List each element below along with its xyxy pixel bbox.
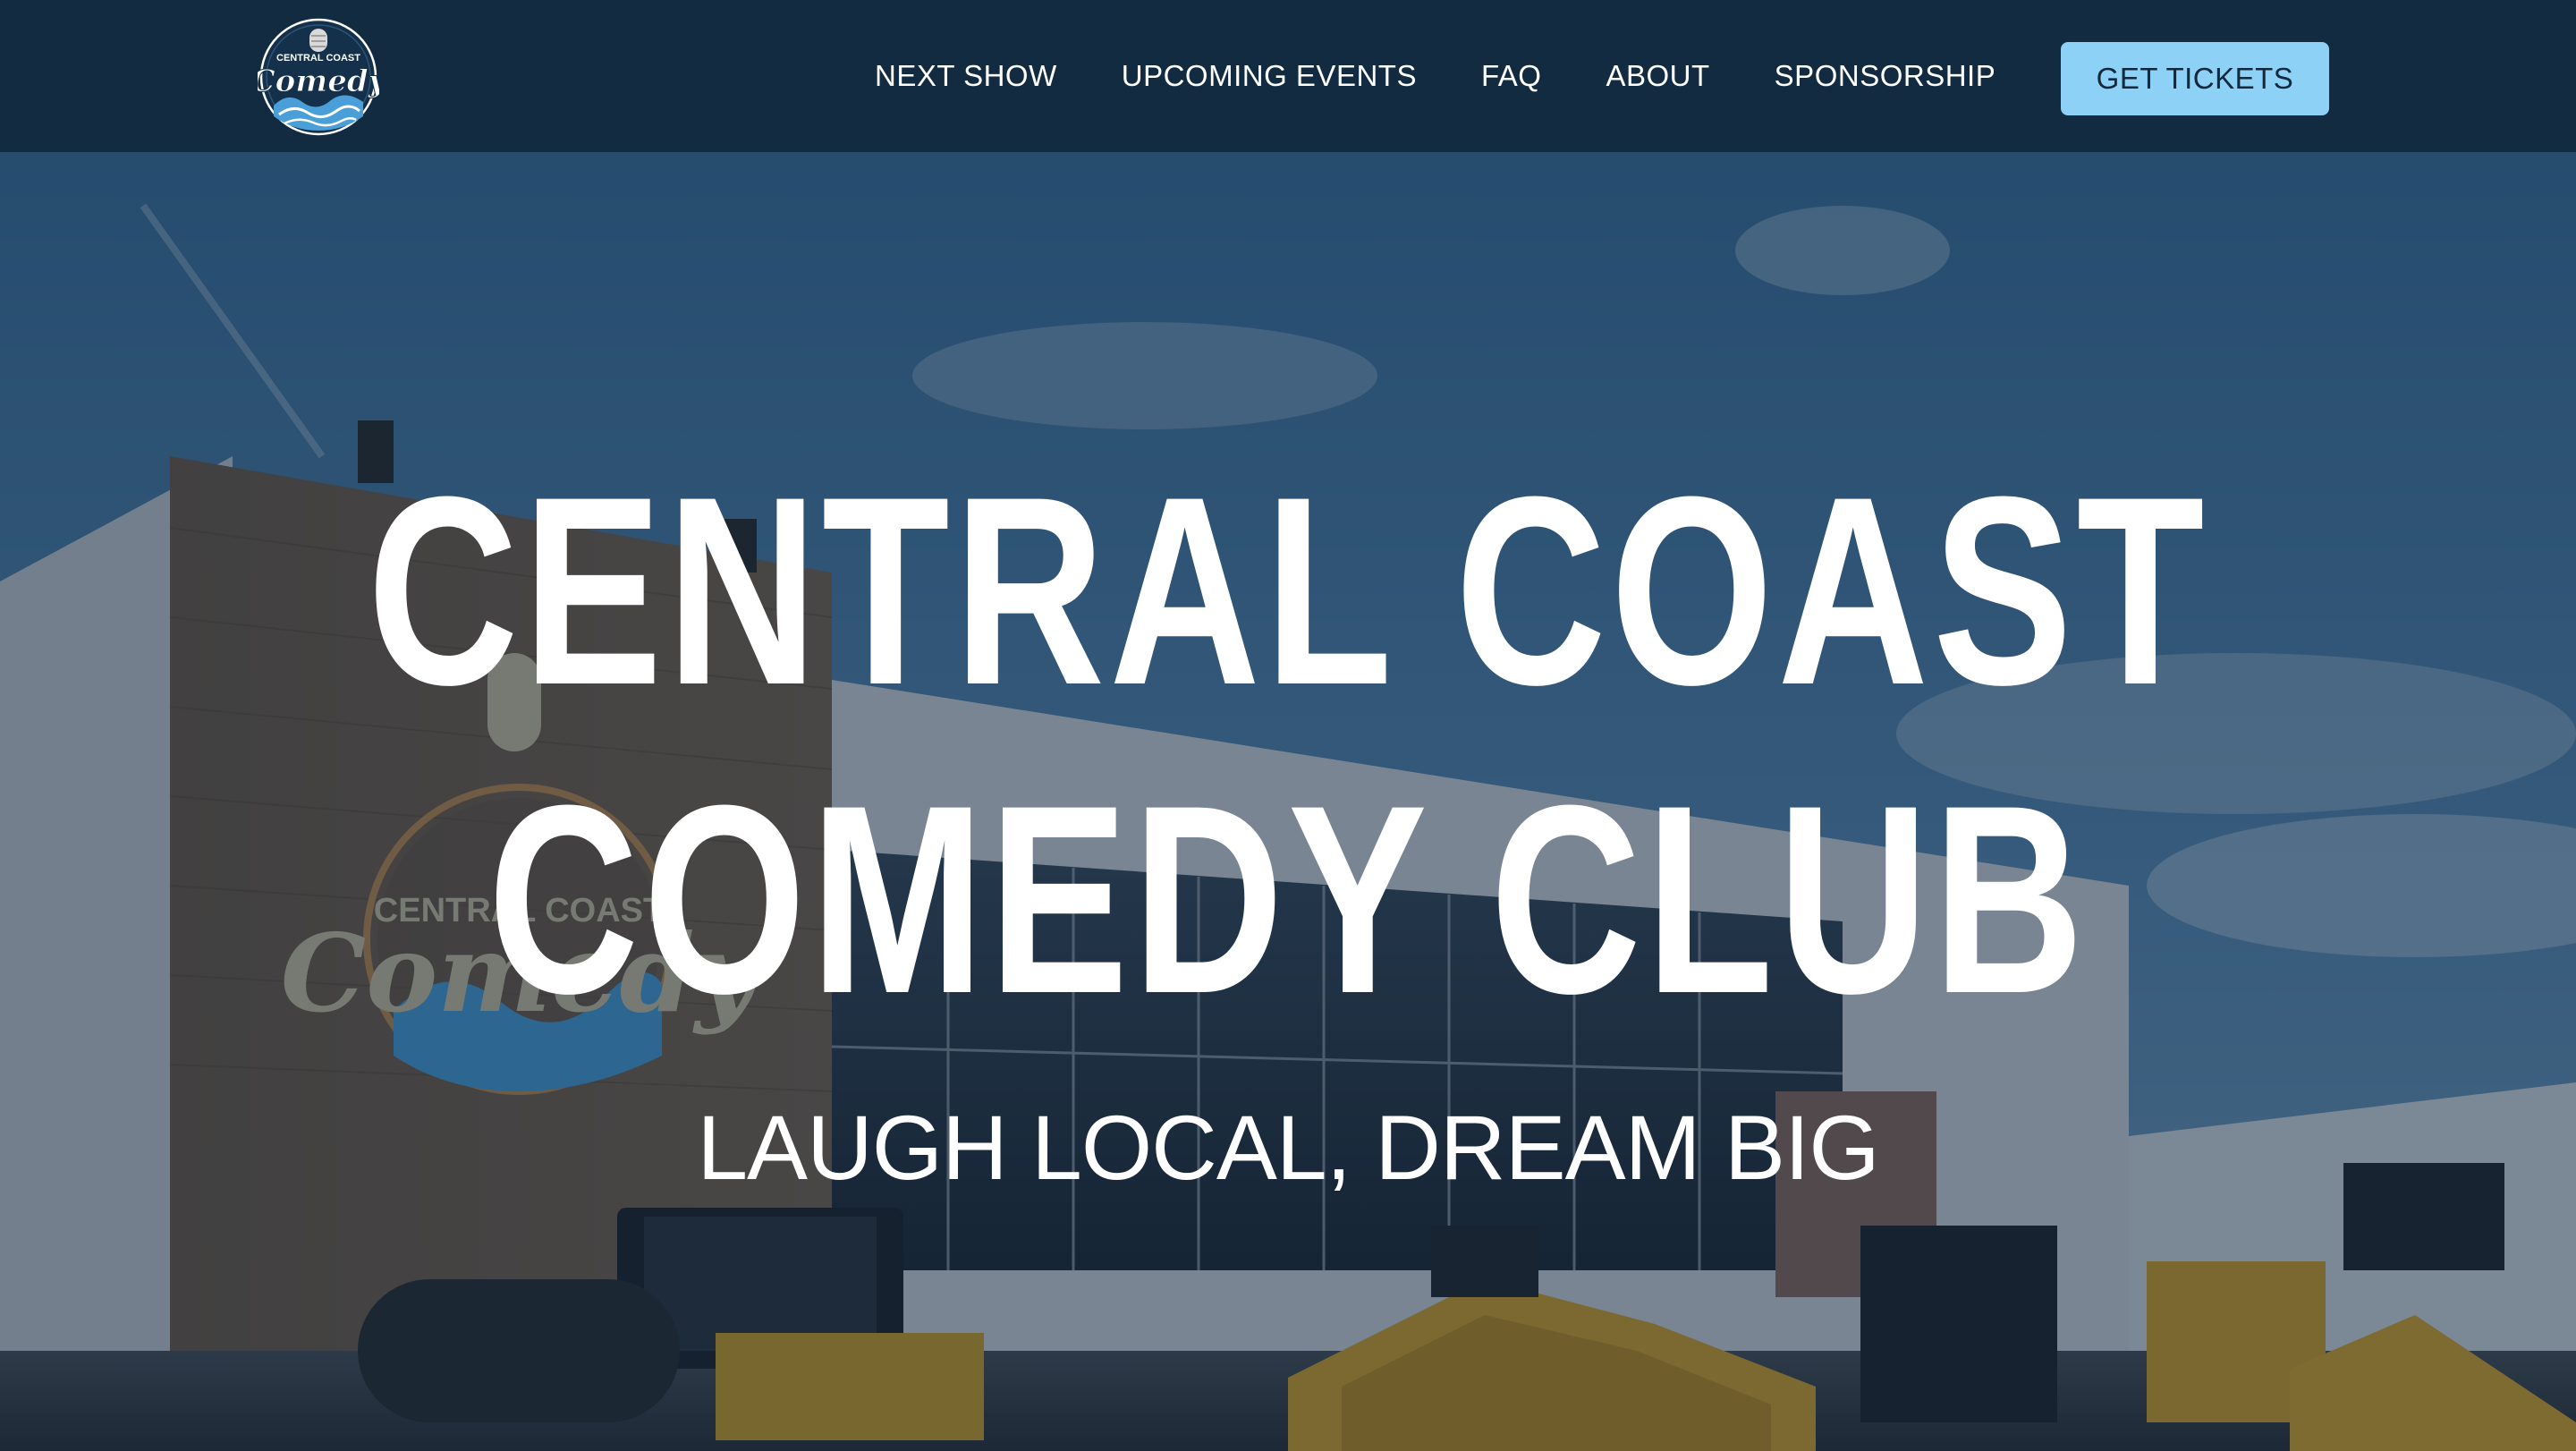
nav-link-faq[interactable]: FAQ xyxy=(1481,59,1542,93)
logo-main-text: Comedy xyxy=(258,64,379,99)
get-tickets-button[interactable]: GET TICKETS xyxy=(2061,42,2329,115)
nav-link-sponsorship[interactable]: SPONSORSHIP xyxy=(1775,59,1996,93)
nav-link-about[interactable]: ABOUT xyxy=(1606,59,1709,93)
comedy-logo-icon: CENTRAL COAST Comedy xyxy=(250,18,388,136)
primary-nav: NEXT SHOW UPCOMING EVENTS FAQ ABOUT SPON… xyxy=(841,0,1996,152)
nav-link-upcoming-events[interactable]: UPCOMING EVENTS xyxy=(1122,59,1417,93)
site-logo[interactable]: CENTRAL COAST Comedy xyxy=(250,16,388,138)
hero-title-line-1: CENTRAL COAST xyxy=(367,440,2209,741)
nav-link-next-show[interactable]: NEXT SHOW xyxy=(875,59,1057,93)
hero-section: CENTRAL COAST Comedy CENTRAL COAST COMED… xyxy=(0,152,2576,1451)
logo-top-text: CENTRAL COAST xyxy=(276,53,360,64)
hero-subtitle: LAUGH LOCAL, DREAM BIG xyxy=(697,1097,1879,1199)
site-header: CENTRAL COAST Comedy NEXT SHOW UPCOMING … xyxy=(0,0,2576,152)
hero-title-line-2: COMEDY CLUB xyxy=(487,749,2089,1049)
